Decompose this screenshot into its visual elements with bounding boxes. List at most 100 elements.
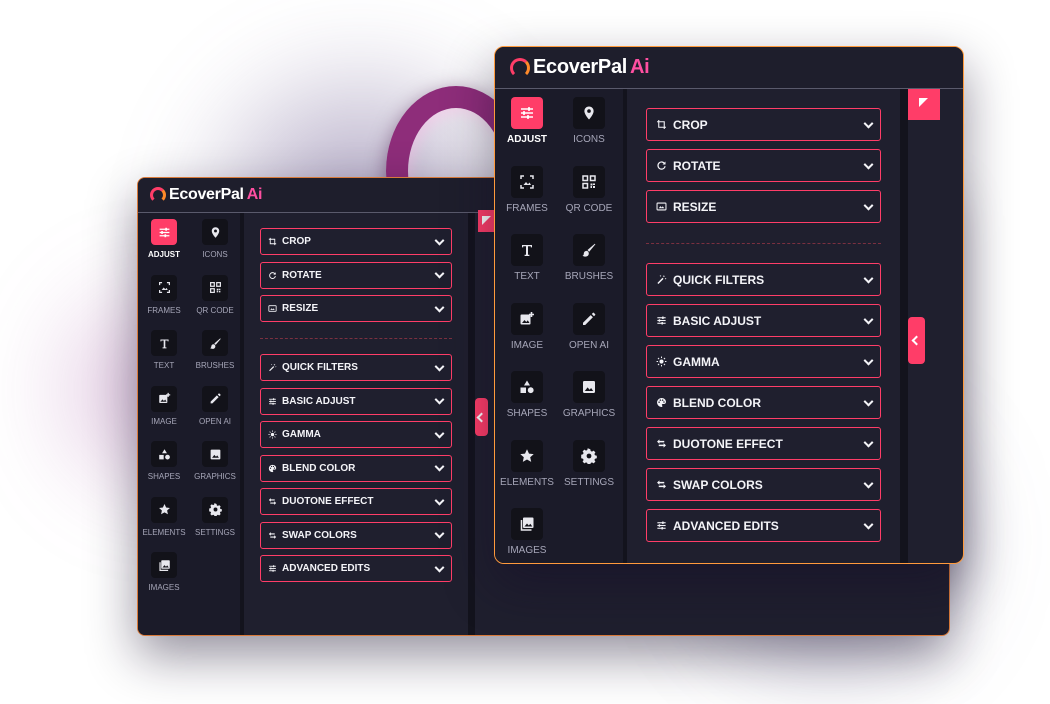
chevron-down-icon [434, 495, 445, 506]
rotate-icon [268, 271, 277, 280]
magic-wand-icon [656, 274, 667, 285]
panel-divider [468, 213, 475, 635]
tool-open-ai[interactable]: OPEN AI [567, 302, 611, 351]
sliders-icon [268, 397, 277, 406]
menu-rotate[interactable]: ROTATE [260, 261, 452, 289]
menu-label: QUICK FILTERS [673, 272, 765, 287]
menu-rotate[interactable]: ROTATE [646, 149, 881, 182]
sun-icon [268, 430, 277, 439]
text-icon [519, 242, 535, 258]
tool-label: SETTINGS [195, 527, 236, 537]
tool-qr-code[interactable]: QR CODE [566, 165, 612, 214]
menu-gamma[interactable]: GAMMA [646, 345, 881, 378]
tool-qr-code[interactable]: QR CODE [195, 274, 235, 315]
tool-label: SETTINGS [564, 476, 615, 488]
menu-label: ROTATE [282, 269, 322, 281]
menu-label: DUOTONE EFFECT [673, 436, 783, 451]
tool-label: GRAPHICS [562, 408, 616, 419]
tool-icons[interactable]: ICONS [567, 97, 611, 145]
tool-label: ELEMENTS [500, 476, 554, 488]
tool-frames[interactable]: FRAMES [144, 274, 184, 315]
editor-window-front: EcoverPal Ai ADJUST ICONS FRAMES QR CODE TEXT… [494, 46, 964, 564]
menu-basic-adjust[interactable]: BASIC ADJUST [646, 304, 881, 337]
menu-label: CROP [282, 236, 311, 247]
menu-crop[interactable]: CROP [646, 108, 881, 141]
menu-quick-filters[interactable]: QUICK FILTERS [646, 263, 881, 296]
chevron-down-icon [863, 519, 874, 530]
images-icon [519, 516, 535, 532]
map-pin-icon [581, 105, 597, 121]
tool-label: ICONS [573, 134, 605, 145]
tool-shapes[interactable]: SHAPES [505, 371, 549, 419]
menu-resize[interactable]: RESIZE [646, 190, 881, 223]
menu-label: SWAP COLORS [282, 529, 357, 541]
menu-duotone-effect[interactable]: DUOTONE EFFECT [260, 488, 452, 515]
corner-tab-button[interactable] [478, 210, 495, 232]
menu-advanced-edits[interactable]: ADVANCED EDITS [646, 509, 881, 542]
collapse-panel-button[interactable] [908, 317, 925, 364]
top-bar: EcoverPal Ai [495, 47, 963, 89]
menu-duotone-effect[interactable]: DUOTONE EFFECT [646, 427, 881, 460]
resize-icon [656, 201, 667, 212]
menu-blend-color[interactable]: BLEND COLOR [260, 454, 452, 482]
tool-label: SHAPES [147, 472, 181, 481]
tool-images[interactable]: IMAGES [505, 508, 549, 556]
tool-shapes[interactable]: SHAPES [144, 441, 184, 481]
tool-graphics[interactable]: GRAPHICS [194, 441, 236, 481]
menu-swap-colors[interactable]: SWAP COLORS [646, 468, 881, 501]
frame-icon [158, 281, 171, 294]
chevron-down-icon [434, 361, 445, 372]
chevron-down-icon [863, 437, 874, 448]
tool-frames[interactable]: FRAMES [505, 165, 549, 214]
menu-crop[interactable]: CROP [260, 228, 452, 255]
star-icon [158, 503, 171, 516]
menu-label: GAMMA [673, 354, 720, 369]
sliders-icon [268, 564, 277, 573]
tool-images[interactable]: IMAGES [144, 552, 184, 592]
tool-elements[interactable]: ELEMENTS [142, 496, 186, 537]
corner-tab-icon [482, 216, 491, 225]
tool-settings[interactable]: SETTINGS [195, 496, 236, 537]
sliders-icon [519, 105, 535, 121]
menu-quick-filters[interactable]: QUICK FILTERS [260, 354, 452, 381]
tool-brushes[interactable]: BRUSHES [565, 234, 613, 282]
tool-text[interactable]: TEXT [505, 234, 549, 282]
chevron-left-icon [476, 412, 487, 422]
menu-label: BLEND COLOR [673, 395, 761, 410]
tool-open-ai[interactable]: OPEN AI [195, 385, 235, 426]
menu-swap-colors[interactable]: SWAP COLORS [260, 521, 452, 549]
chevron-down-icon [863, 355, 874, 366]
tool-graphics[interactable]: GRAPHICS [563, 371, 615, 419]
corner-tab-button[interactable] [908, 89, 940, 120]
tool-image[interactable]: IMAGE [505, 302, 549, 351]
resize-icon [268, 304, 277, 313]
corner-tab-icon [919, 98, 928, 107]
tool-text[interactable]: TEXT [144, 330, 184, 370]
tool-icons[interactable]: ICONS [195, 219, 235, 259]
menu-basic-adjust[interactable]: BASIC ADJUST [260, 387, 452, 415]
menu-advanced-edits[interactable]: ADVANCED EDITS [260, 555, 452, 582]
menu-resize[interactable]: RESIZE [260, 295, 452, 322]
brand-logo: EcoverPal Ai [150, 186, 262, 204]
menu-label: GAMMA [282, 429, 321, 440]
tool-image[interactable]: IMAGE [144, 385, 184, 426]
menu-blend-color[interactable]: BLEND COLOR [646, 386, 881, 419]
sliders-icon [656, 315, 667, 326]
menu-label: SWAP COLORS [673, 477, 763, 492]
tool-label: ICONS [202, 250, 228, 259]
map-pin-icon [209, 226, 222, 239]
chevron-down-icon [863, 159, 874, 170]
tool-brushes[interactable]: BRUSHES [195, 330, 235, 370]
frame-icon [519, 174, 535, 190]
tool-settings[interactable]: SETTINGS [564, 439, 615, 488]
graphics-icon [209, 448, 222, 461]
star-icon [519, 448, 535, 464]
collapse-panel-button[interactable] [475, 398, 488, 436]
menu-label: DUOTONE EFFECT [282, 496, 374, 507]
tool-elements[interactable]: ELEMENTS [500, 439, 554, 488]
qr-code-icon [209, 281, 222, 294]
tool-adjust[interactable]: ADJUST [144, 219, 184, 259]
tool-adjust[interactable]: ADJUST [505, 97, 549, 145]
add-image-icon [158, 392, 171, 405]
menu-gamma[interactable]: GAMMA [260, 421, 452, 448]
